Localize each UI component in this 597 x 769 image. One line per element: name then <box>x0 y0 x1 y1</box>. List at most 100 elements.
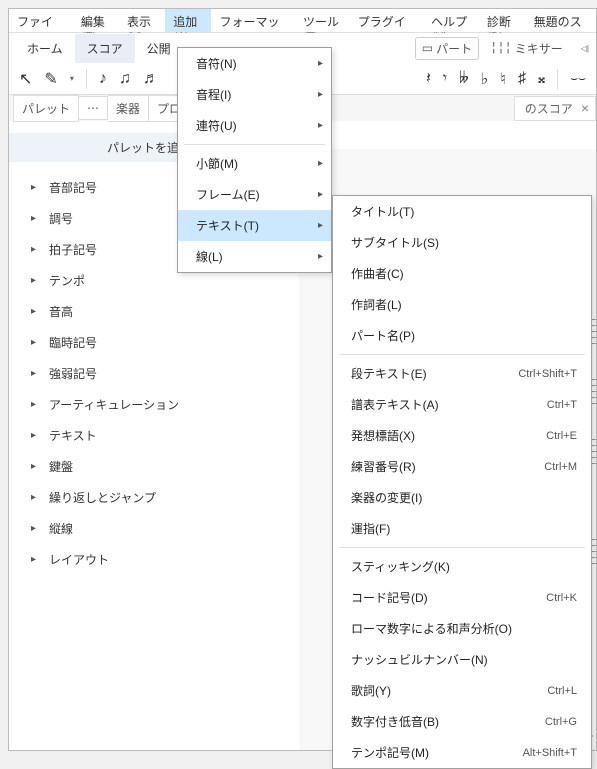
menu-edit[interactable]: 編集(E) <box>73 9 119 32</box>
menu-item[interactable]: テンポ記号(M)Alt+Shift+T <box>333 737 591 768</box>
sub-tab-palette[interactable]: パレット <box>13 95 79 122</box>
menu-diagnostics[interactable]: 診断(D) <box>479 9 526 32</box>
rest-icon[interactable]: 𝄽 <box>426 70 431 88</box>
menu-item[interactable]: コード記号(D)Ctrl+K <box>333 582 591 613</box>
palette-item[interactable]: ▸テキスト <box>19 420 289 451</box>
menu-item[interactable]: 練習番号(R)Ctrl+M <box>333 451 591 482</box>
right-chevrons[interactable]: ◁| <box>574 41 596 56</box>
palette-item[interactable]: ▸臨時記号 <box>19 327 289 358</box>
menu-item[interactable]: 段テキスト(E)Ctrl+Shift+T <box>333 358 591 389</box>
menu-separator <box>339 547 585 548</box>
menu-item[interactable]: パート名(P) <box>333 320 591 351</box>
menu-item[interactable]: 数字付き低音(B)Ctrl+G <box>333 706 591 737</box>
menu-item[interactable]: ナッシュビルナンバー(N) <box>333 644 591 675</box>
palette-item[interactable]: ▸ 縦線 <box>19 513 289 544</box>
rest2-icon[interactable]: 𝄾 <box>443 70 447 88</box>
sub-tab-instruments[interactable]: 楽器 <box>108 95 149 122</box>
menu-item[interactable]: 作曲者(C) <box>333 258 591 289</box>
menu-plugin[interactable]: プラグイン(P) <box>350 9 423 32</box>
note-duration-1-icon[interactable]: ♪ <box>99 70 107 88</box>
palette-item-label: 調号 <box>49 210 73 227</box>
palette-item-label: 音高 <box>49 303 73 320</box>
add-dropdown-menu: 音符(N)▸音程(I)▸連符(U)▸小節(M)▸フレーム(E)▸テキスト(T)▸… <box>177 47 332 273</box>
menu-shortcut: Ctrl+E <box>546 430 577 442</box>
menu-item[interactable]: スティッキング(K) <box>333 551 591 582</box>
menu-item-label: 練習番号(R) <box>351 458 544 475</box>
note-duration-2-icon[interactable]: ♫ <box>119 70 131 88</box>
menu-item[interactable]: 音符(N)▸ <box>178 48 331 79</box>
submenu-arrow-icon: ▸ <box>318 120 323 131</box>
chevron-right-icon: ▸ <box>31 213 41 224</box>
menu-item[interactable]: 音程(I)▸ <box>178 79 331 110</box>
menu-tool[interactable]: ツール(T) <box>295 9 350 32</box>
tie-icon[interactable]: ⌣⌣ <box>570 71 586 86</box>
chevron-right-icon: ▸ <box>31 275 41 286</box>
dropdown-caret-icon[interactable]: ▾ <box>70 74 74 83</box>
chevron-right-icon: ▸ <box>31 337 41 348</box>
document-tab-label: のスコア <box>525 100 573 117</box>
palette-item[interactable]: ▸強弱記号 <box>19 358 289 389</box>
mixer-button[interactable]: ¦¦¦ ミキサー <box>483 37 570 60</box>
natural-icon[interactable]: ♮ <box>500 69 506 89</box>
menu-format[interactable]: フォーマット(O) <box>211 9 294 32</box>
menu-file[interactable]: ファイル(F) <box>9 9 73 32</box>
close-icon[interactable]: × <box>581 100 589 116</box>
palette-item-label: 強弱記号 <box>49 365 97 382</box>
menu-item[interactable]: ローマ数字による和声分析(O) <box>333 613 591 644</box>
menu-add[interactable]: 追加(A) <box>165 9 211 32</box>
sub-tab-more[interactable]: ⋯ <box>79 96 108 120</box>
menu-item[interactable]: タイトル(T) <box>333 196 591 227</box>
tab-score[interactable]: スコア <box>75 34 135 63</box>
palette-item[interactable]: ▸音高 <box>19 296 289 327</box>
menu-view[interactable]: 表示(V) <box>119 9 165 32</box>
mouse-arrow-icon[interactable]: ↖ <box>19 69 32 89</box>
menu-item[interactable]: 発想標語(X)Ctrl+E <box>333 420 591 451</box>
part-button[interactable]: ▭ パート <box>415 37 479 60</box>
chevron-right-icon: ▸ <box>31 182 41 193</box>
double-flat-icon[interactable]: 𝄫 <box>459 70 469 88</box>
chevron-right-icon: ▸ <box>31 244 41 255</box>
palette-item[interactable]: ▸鍵盤 <box>19 451 289 482</box>
menu-item[interactable]: 譜表テキスト(A)Ctrl+T <box>333 389 591 420</box>
menu-item-label: ナッシュビルナンバー(N) <box>351 651 577 668</box>
menu-item[interactable]: 歌詞(Y)Ctrl+L <box>333 675 591 706</box>
menu-item-label: ローマ数字による和声分析(O) <box>351 620 577 637</box>
menu-item[interactable]: 小節(M)▸ <box>178 148 331 179</box>
palette-item[interactable]: ▸繰り返しとジャンプ <box>19 482 289 513</box>
menu-item[interactable]: フレーム(E)▸ <box>178 179 331 210</box>
palette-item-label: 縦線 <box>49 520 73 537</box>
menu-item-label: タイトル(T) <box>351 203 577 220</box>
flat-icon[interactable]: ♭ <box>481 69 489 89</box>
menu-item-label: スティッキング(K) <box>351 558 577 575</box>
menu-shortcut: Alt+Shift+T <box>523 747 577 759</box>
menu-item[interactable]: 運指(F) <box>333 513 591 544</box>
pencil-icon[interactable]: ✎ <box>44 69 57 89</box>
menu-item-label: テンポ記号(M) <box>351 744 523 761</box>
menu-item[interactable]: 連符(U)▸ <box>178 110 331 141</box>
submenu-arrow-icon: ▸ <box>318 251 323 262</box>
menu-separator <box>339 354 585 355</box>
menu-item[interactable]: 線(L)▸ <box>178 241 331 272</box>
menu-item[interactable]: 作詞者(L) <box>333 289 591 320</box>
menu-help[interactable]: ヘルプ(H) <box>423 9 479 32</box>
note-duration-3-icon[interactable]: ♬ <box>143 70 159 88</box>
double-sharp-icon[interactable]: 𝄪 <box>538 70 545 88</box>
menu-item[interactable]: サブタイトル(S) <box>333 227 591 258</box>
tab-publish[interactable]: 公開 <box>135 34 183 63</box>
chevron-right-icon: ▸ <box>31 523 41 534</box>
menu-item-label: 音程(I) <box>196 86 317 103</box>
menu-item[interactable]: 楽器の変更(I) <box>333 482 591 513</box>
text-submenu: タイトル(T) サブタイトル(S) 作曲者(C) 作詞者(L)パート名(P) 段テキスト… <box>332 195 592 769</box>
palette-item[interactable]: ▸アーティキュレーション <box>19 389 289 420</box>
document-tab[interactable]: のスコア × <box>514 96 596 121</box>
sharp-icon[interactable]: ♯ <box>518 70 526 88</box>
palette-item-label: レイアウト <box>49 551 109 568</box>
menu-item-label: 作曲者(C) <box>351 265 577 282</box>
submenu-arrow-icon: ▸ <box>318 58 323 69</box>
palette-item[interactable]: ▸レイアウト <box>19 544 289 575</box>
tab-home[interactable]: ホーム <box>15 34 75 63</box>
menu-item[interactable]: テキスト(T)▸ <box>178 210 331 241</box>
menu-item-label: 連符(U) <box>196 117 317 134</box>
chevron-right-icon: ▸ <box>31 430 41 441</box>
menu-item-label: 発想標語(X) <box>351 427 546 444</box>
